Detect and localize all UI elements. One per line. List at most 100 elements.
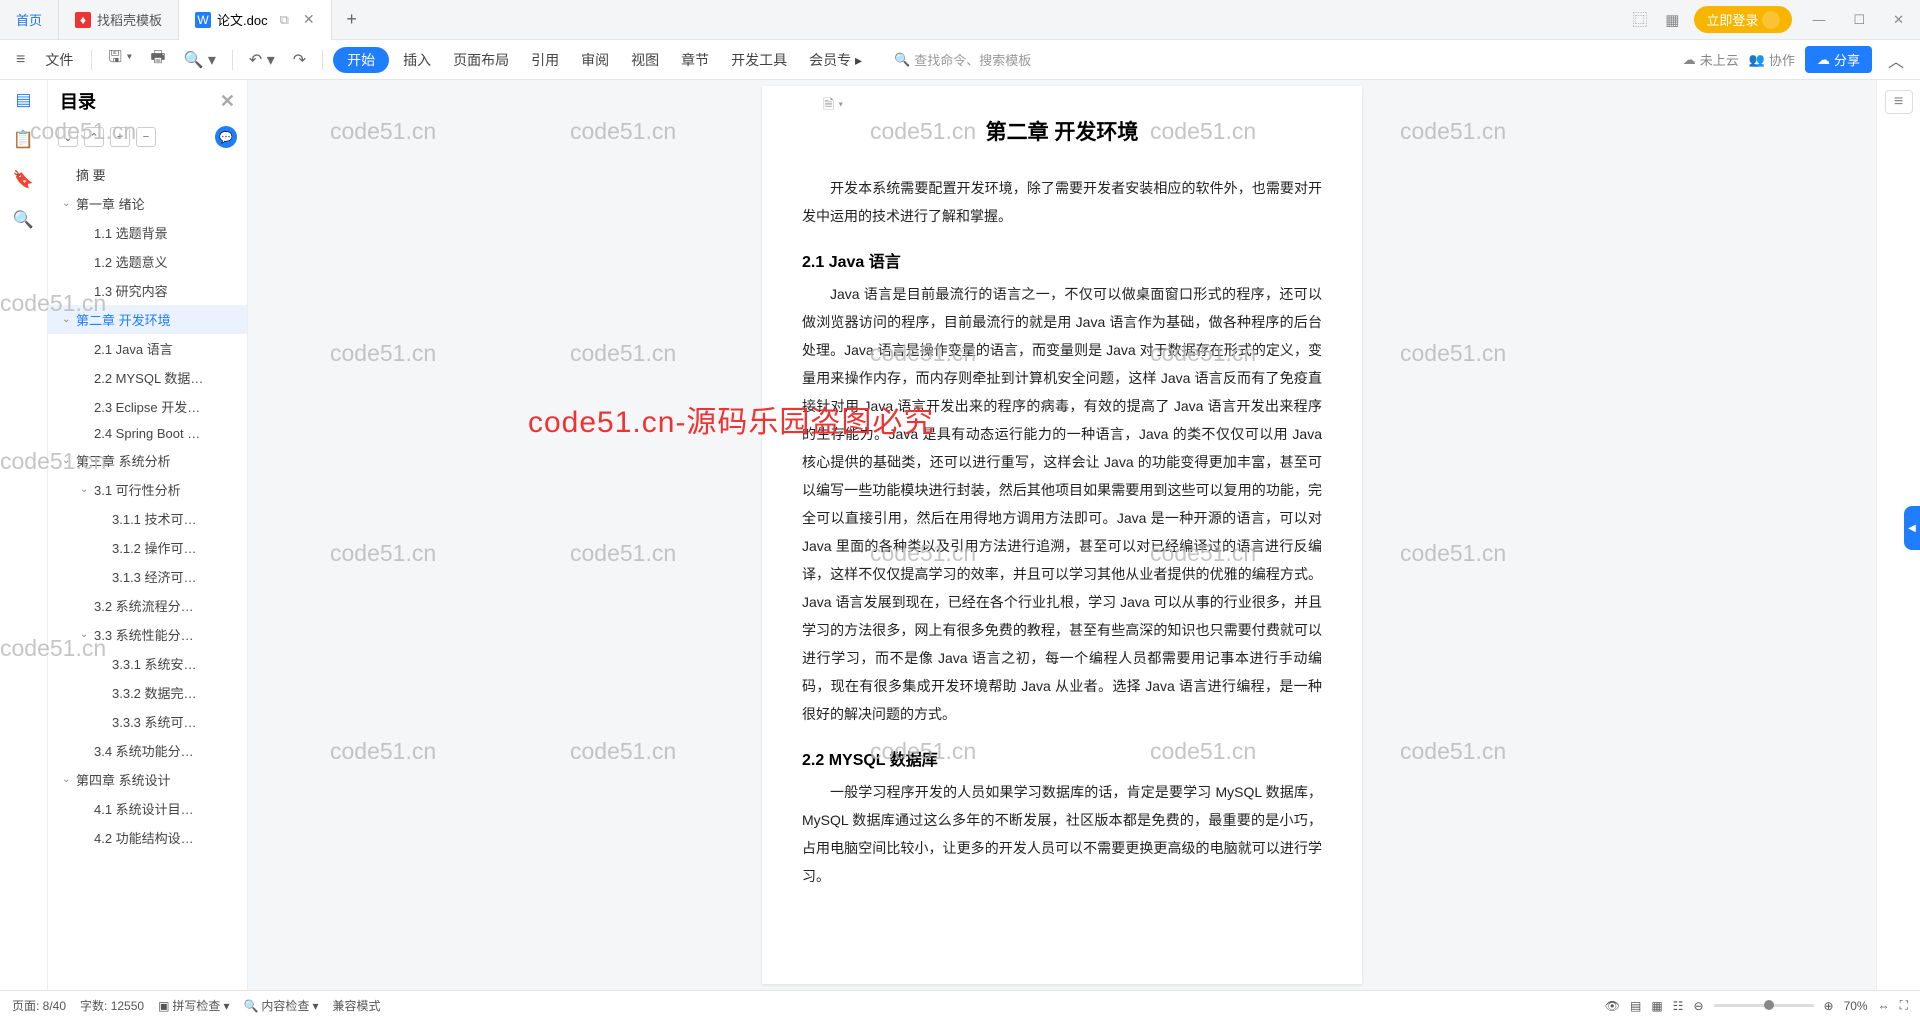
outline-icon[interactable]: ▤: [15, 90, 31, 110]
view-read-icon[interactable]: 👁: [1605, 999, 1620, 1013]
outline-item[interactable]: ⌄第一章 绪论: [48, 189, 247, 218]
zoom-slider[interactable]: [1714, 1004, 1814, 1007]
tab-label: 论文.doc: [217, 10, 268, 29]
tab-member[interactable]: 会员专 ▸: [801, 46, 870, 74]
outline-item[interactable]: 摘 要: [48, 160, 247, 189]
layout-icon[interactable]: ⿴: [1629, 9, 1650, 30]
zoom-value[interactable]: 70%: [1844, 999, 1868, 1013]
outline-item[interactable]: ⌄第四章 系统设计: [48, 765, 247, 794]
preview-icon[interactable]: 🔍 ▾: [177, 46, 221, 74]
search-side-icon[interactable]: 🔍: [13, 210, 34, 230]
outline-item[interactable]: 2.4 Spring Boot …: [48, 421, 247, 446]
avatar-icon: [1762, 11, 1780, 29]
tab-dev[interactable]: 开发工具: [723, 46, 795, 74]
file-menu[interactable]: 文件: [37, 46, 81, 74]
maximize-button[interactable]: ☐: [1845, 12, 1873, 28]
outline-item[interactable]: ⌄3.1 可行性分析: [48, 475, 247, 504]
content-check[interactable]: 🔍 内容检查 ▾: [243, 997, 318, 1014]
tab-view[interactable]: 视图: [623, 46, 667, 74]
new-tab-button[interactable]: +: [332, 9, 372, 30]
right-panel-toggle[interactable]: ≡: [1885, 90, 1913, 114]
outline-item[interactable]: ⌄3.3 系统性能分…: [48, 620, 247, 649]
save-icon[interactable]: 🖫 ▾: [102, 42, 138, 77]
remove-item-icon[interactable]: −: [136, 127, 156, 147]
duplicate-icon[interactable]: ⧉: [280, 12, 289, 28]
login-button[interactable]: 立即登录: [1694, 6, 1792, 33]
tab-label: 找稻壳模板: [97, 10, 162, 29]
bookmark-icon[interactable]: 🔖: [13, 170, 34, 190]
outline-item[interactable]: 3.3.3 系统可…: [48, 707, 247, 736]
minimize-button[interactable]: —: [1804, 12, 1833, 27]
compat-mode[interactable]: 兼容模式: [332, 997, 380, 1014]
outline-item[interactable]: 4.1 系统设计目…: [48, 794, 247, 823]
share-button[interactable]: ☁ 分享: [1805, 46, 1872, 73]
outline-item[interactable]: ⌄第三章 系统分析: [48, 446, 247, 475]
section-body-21: Java 语言是目前最流行的语言之一，不仅可以做桌面窗口形式的程序，还可以做浏览…: [802, 280, 1322, 728]
spell-check[interactable]: ▣ 拼写检查 ▾: [158, 997, 229, 1014]
chat-icon[interactable]: 💬: [215, 126, 237, 148]
zoom-in[interactable]: ⊕: [1824, 999, 1834, 1013]
outline-item[interactable]: 1.3 研究内容: [48, 276, 247, 305]
outline-item[interactable]: 3.2 系统流程分…: [48, 591, 247, 620]
outline-item[interactable]: 4.2 功能结构设…: [48, 823, 247, 852]
apps-icon[interactable]: ▦: [1662, 11, 1682, 29]
section-heading-21: 2.1 Java 语言: [802, 248, 1322, 272]
undo-icon[interactable]: ↶ ▾: [243, 46, 281, 74]
outline-item[interactable]: 2.3 Eclipse 开发…: [48, 392, 247, 421]
zoom-out[interactable]: ⊖: [1693, 999, 1703, 1013]
document-area[interactable]: 🗎 ▾ 第二章 开发环境 开发本系统需要配置开发环境，除了需要开发者安装相应的软…: [248, 80, 1876, 990]
page-indicator[interactable]: 页面: 8/40: [12, 997, 66, 1014]
collab-button[interactable]: 👥 协作: [1749, 50, 1795, 69]
word-count[interactable]: 字数: 12550: [80, 997, 144, 1014]
fullscreen-icon[interactable]: ⛶: [1900, 998, 1908, 1013]
outline-item[interactable]: 2.1 Java 语言: [48, 334, 247, 363]
intro-paragraph: 开发本系统需要配置开发环境，除了需要开发者安装相应的软件外，也需要对开发中运用的…: [802, 174, 1322, 230]
outline-item[interactable]: ⌄第二章 开发环境: [48, 305, 247, 334]
floating-side-tab[interactable]: ◀: [1904, 506, 1920, 550]
fire-icon: ♦: [75, 12, 91, 28]
tab-chapter[interactable]: 章节: [673, 46, 717, 74]
tab-home[interactable]: 首页: [0, 0, 59, 40]
cloud-status[interactable]: ☁ 未上云: [1683, 50, 1739, 69]
outline-list: 摘 要⌄第一章 绪论1.1 选题背景1.2 选题意义1.3 研究内容⌄第二章 开…: [48, 152, 247, 990]
redo-icon[interactable]: ↷: [287, 46, 312, 74]
outline-item[interactable]: 3.4 系统功能分…: [48, 736, 247, 765]
doc-icon: W: [195, 12, 211, 28]
outline-item[interactable]: 3.1.2 操作可…: [48, 533, 247, 562]
outline-item[interactable]: 3.3.1 系统安…: [48, 649, 247, 678]
outline-item[interactable]: 1.1 选题背景: [48, 218, 247, 247]
tab-layout[interactable]: 页面布局: [445, 46, 517, 74]
outline-title: 目录: [60, 88, 96, 114]
fit-width-icon[interactable]: ⇔: [1878, 999, 1890, 1013]
tab-review[interactable]: 审阅: [573, 46, 617, 74]
section-heading-22: 2.2 MYSQL 数据库: [802, 746, 1322, 770]
collapse-all-icon[interactable]: ⌄: [58, 127, 78, 147]
tab-start[interactable]: 开始: [333, 47, 389, 73]
section-body-22: 一般学习程序开发的人员如果学习数据库的话，肯定是要学习 MySQL 数据库，My…: [802, 778, 1322, 890]
view-web-icon[interactable]: ▦: [1651, 999, 1662, 1013]
view-print-icon[interactable]: ▤: [1630, 999, 1641, 1013]
tab-document[interactable]: W 论文.doc ⧉ ✕: [179, 0, 332, 40]
clipboard-icon[interactable]: 📋: [13, 130, 34, 150]
close-panel-icon[interactable]: ✕: [220, 91, 235, 112]
close-tab-icon[interactable]: ✕: [303, 11, 315, 28]
print-icon[interactable]: 🖶: [144, 42, 171, 77]
close-window-button[interactable]: ✕: [1885, 12, 1912, 28]
tab-insert[interactable]: 插入: [395, 46, 439, 74]
chapter-title: 第二章 开发环境: [802, 116, 1322, 146]
command-search[interactable]: 🔍 查找命令、搜索模板: [894, 50, 1031, 69]
view-outline-icon[interactable]: ☷: [1673, 999, 1684, 1013]
page-options-icon[interactable]: 🗎 ▾: [823, 94, 843, 118]
outline-item[interactable]: 2.2 MYSQL 数据…: [48, 363, 247, 392]
outline-item[interactable]: 3.1.1 技术可…: [48, 504, 247, 533]
collapse-ribbon-icon[interactable]: ︿: [1882, 44, 1910, 76]
add-item-icon[interactable]: +: [110, 127, 130, 147]
document-page: 第二章 开发环境 开发本系统需要配置开发环境，除了需要开发者安装相应的软件外，也…: [762, 86, 1362, 984]
tab-reference[interactable]: 引用: [523, 46, 567, 74]
tab-template[interactable]: ♦ 找稻壳模板: [59, 0, 179, 40]
outline-item[interactable]: 3.1.3 经济可…: [48, 562, 247, 591]
outline-item[interactable]: 1.2 选题意义: [48, 247, 247, 276]
expand-all-icon[interactable]: ⌃: [84, 127, 104, 147]
hamburger-icon[interactable]: ≡: [10, 47, 31, 73]
outline-item[interactable]: 3.3.2 数据完…: [48, 678, 247, 707]
